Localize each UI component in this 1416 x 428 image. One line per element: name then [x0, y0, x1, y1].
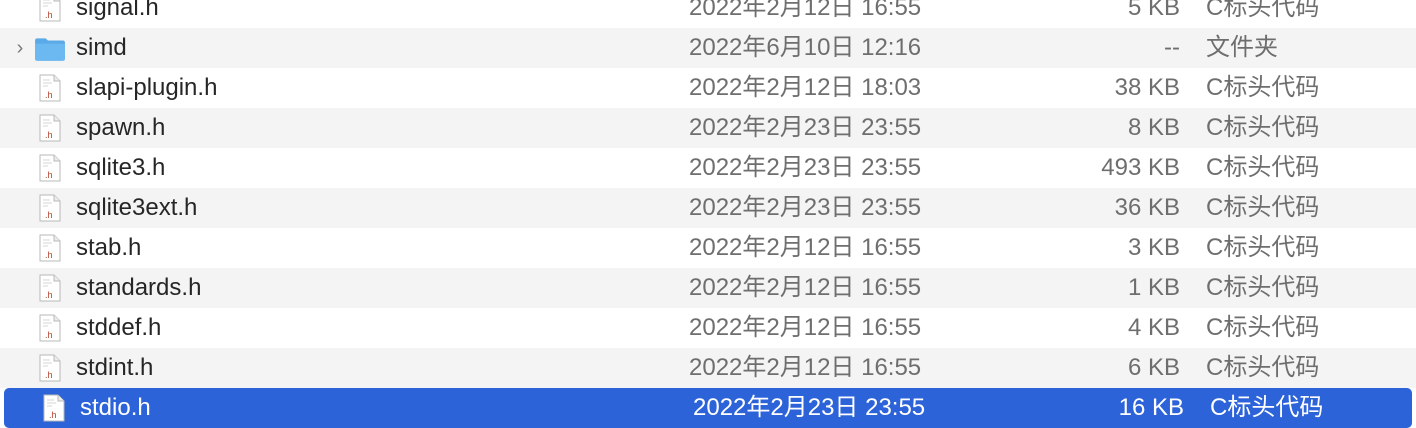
file-row[interactable]: .h stdio.h 2022年2月23日 23:55 16 KB C标头代码 — [4, 388, 1412, 428]
file-size: 6 KB — [1127, 354, 1180, 381]
file-size: 5 KB — [1127, 0, 1180, 21]
file-size: 36 KB — [1114, 194, 1180, 221]
file-kind: C标头代码 — [1206, 114, 1320, 141]
file-kind: C标头代码 — [1206, 154, 1320, 181]
c-header-file-icon: .h — [39, 354, 61, 382]
svg-text:.h: .h — [45, 210, 53, 220]
date-modified: 2022年2月12日 18:03 — [689, 74, 922, 101]
date-modified: 2022年2月23日 23:55 — [689, 114, 922, 141]
date-modified: 2022年2月12日 16:55 — [689, 274, 922, 301]
svg-text:.h: .h — [45, 290, 53, 300]
file-row[interactable]: .h sqlite3ext.h 2022年2月23日 23:55 36 KB C标头代码 — [0, 188, 1416, 228]
file-name: stab.h — [76, 234, 142, 261]
file-name: stdint.h — [76, 354, 154, 381]
file-name: stdio.h — [80, 394, 151, 421]
file-name: sqlite3ext.h — [76, 194, 198, 221]
c-header-file-icon: .h — [39, 74, 61, 102]
file-size: 8 KB — [1127, 114, 1180, 141]
c-header-file-icon: .h — [39, 114, 61, 142]
c-header-file-icon: .h — [39, 234, 61, 262]
file-row[interactable]: .h stddef.h 2022年2月12日 16:55 4 KB C标头代码 — [0, 308, 1416, 348]
file-name: standards.h — [76, 274, 202, 301]
file-kind: C标头代码 — [1206, 314, 1320, 341]
file-kind: C标头代码 — [1206, 274, 1320, 301]
file-row[interactable]: .h signal.h 2022年2月12日 16:55 5 KB C标头代码 — [0, 0, 1416, 28]
file-size: 1 KB — [1127, 274, 1180, 301]
svg-text:.h: .h — [45, 330, 53, 340]
file-size: 38 KB — [1114, 74, 1180, 101]
file-row[interactable]: .h stdint.h 2022年2月12日 16:55 6 KB C标头代码 — [0, 348, 1416, 388]
file-name: simd — [76, 34, 127, 61]
c-header-file-icon: .h — [39, 194, 61, 222]
file-size: -- — [1164, 34, 1180, 61]
svg-text:.h: .h — [45, 130, 53, 140]
folder-row[interactable]: › simd 2022年6月10日 12:16 -- 文件夹 — [0, 28, 1416, 68]
file-kind: C标头代码 — [1206, 194, 1320, 221]
file-size: 3 KB — [1127, 234, 1180, 261]
file-name: stddef.h — [76, 314, 162, 341]
date-modified: 2022年2月12日 16:55 — [689, 234, 922, 261]
file-size: 16 KB — [1118, 394, 1184, 421]
file-size: 4 KB — [1127, 314, 1180, 341]
file-list[interactable]: .h signal.h 2022年2月12日 16:55 5 KB C标头代码 › simd… — [0, 0, 1416, 428]
date-modified: 2022年2月23日 23:55 — [689, 154, 922, 181]
c-header-file-icon: .h — [39, 314, 61, 342]
file-kind: C标头代码 — [1206, 74, 1320, 101]
chevron-right-icon[interactable]: › — [10, 28, 30, 68]
file-name: signal.h — [76, 0, 159, 21]
file-kind: C标头代码 — [1206, 0, 1320, 21]
date-modified: 2022年2月12日 16:55 — [689, 354, 922, 381]
file-row[interactable]: .h slapi-plugin.h 2022年2月12日 18:03 38 KB C标头… — [0, 68, 1416, 108]
folder-icon — [35, 38, 65, 61]
svg-text:.h: .h — [49, 410, 57, 420]
file-row[interactable]: .h standards.h 2022年2月12日 16:55 1 KB C标头代码 — [0, 268, 1416, 308]
svg-text:.h: .h — [45, 370, 53, 380]
file-kind: C标头代码 — [1206, 234, 1320, 261]
date-modified: 2022年2月12日 16:55 — [689, 314, 922, 341]
svg-text:.h: .h — [45, 250, 53, 260]
svg-text:.h: .h — [45, 10, 53, 20]
file-kind: C标头代码 — [1210, 394, 1324, 421]
svg-text:.h: .h — [45, 170, 53, 180]
file-row[interactable]: .h spawn.h 2022年2月23日 23:55 8 KB C标头代码 — [0, 108, 1416, 148]
date-modified: 2022年2月12日 16:55 — [689, 0, 922, 21]
c-header-file-icon: .h — [43, 394, 65, 422]
date-modified: 2022年2月23日 23:55 — [689, 194, 922, 221]
file-kind: C标头代码 — [1206, 354, 1320, 381]
file-name: sqlite3.h — [76, 154, 166, 181]
file-name: spawn.h — [76, 114, 166, 141]
file-row[interactable]: .h stab.h 2022年2月12日 16:55 3 KB C标头代码 — [0, 228, 1416, 268]
file-row[interactable]: .h sqlite3.h 2022年2月23日 23:55 493 KB C标头代码 — [0, 148, 1416, 188]
c-header-file-icon: .h — [39, 154, 61, 182]
c-header-file-icon: .h — [39, 274, 61, 302]
svg-text:.h: .h — [45, 90, 53, 100]
file-name: slapi-plugin.h — [76, 74, 218, 101]
c-header-file-icon: .h — [39, 0, 61, 22]
date-modified: 2022年6月10日 12:16 — [689, 34, 922, 61]
file-kind: 文件夹 — [1206, 34, 1278, 61]
date-modified: 2022年2月23日 23:55 — [693, 394, 926, 421]
file-size: 493 KB — [1101, 154, 1180, 181]
